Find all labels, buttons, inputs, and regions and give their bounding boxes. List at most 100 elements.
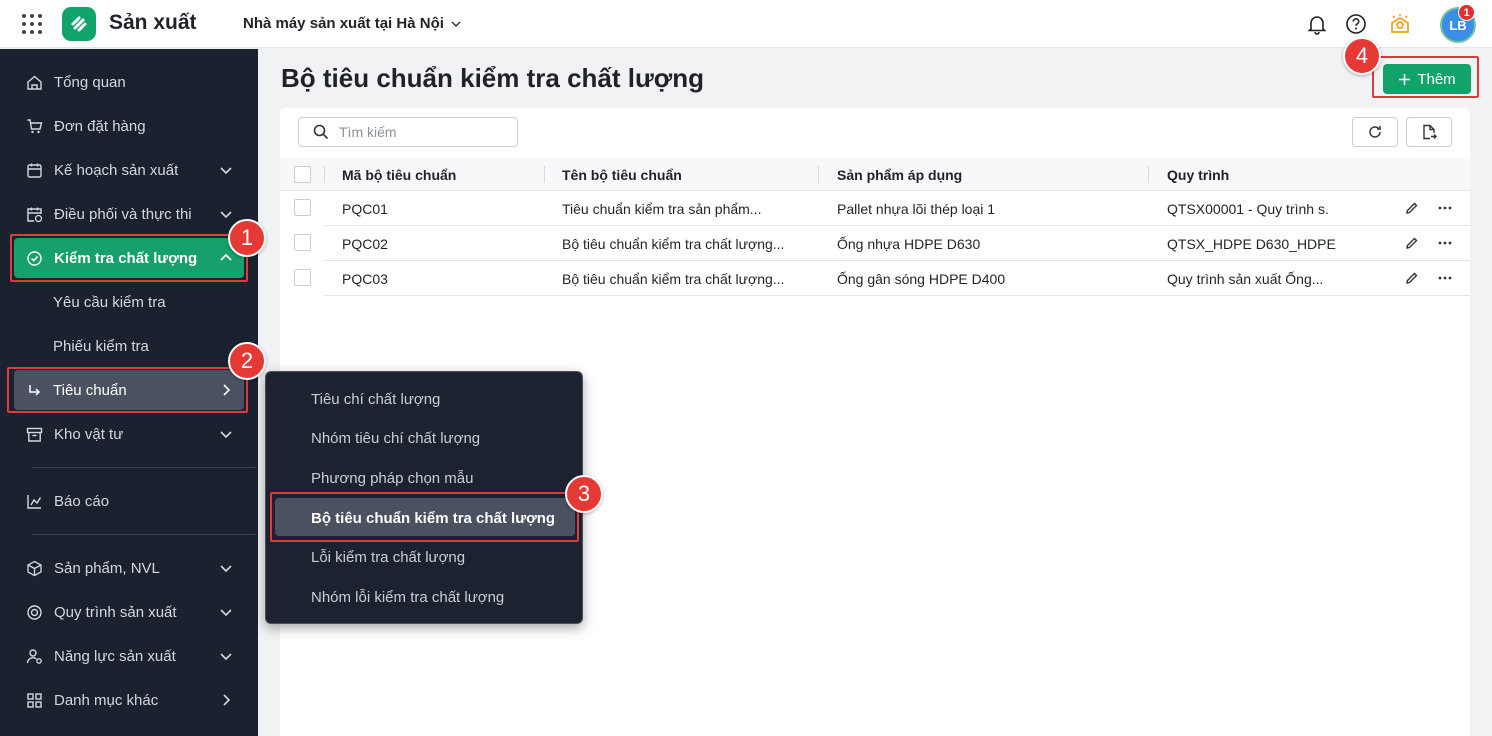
sidebar-item-label: Điều phối và thực thi <box>54 205 192 223</box>
cart-icon <box>27 119 43 134</box>
apps-icon <box>27 693 42 708</box>
cell-process: QTSX_HDPE D630_HDPE <box>1167 236 1336 252</box>
edit-icon[interactable] <box>1404 235 1420 251</box>
refresh-button[interactable] <box>1352 117 1398 147</box>
home-icon <box>27 75 42 90</box>
column-header-name[interactable]: Tên bộ tiêu chuẩn <box>562 167 682 183</box>
step-badge: 3 <box>565 475 603 513</box>
bell-icon[interactable] <box>1304 11 1330 37</box>
help-icon[interactable] <box>1343 11 1369 37</box>
app-grid-icon[interactable] <box>21 13 43 35</box>
cell-product: Ống gân sóng HDPE D400 <box>837 271 1006 287</box>
chevron-down-icon <box>451 20 461 27</box>
highlight-box <box>10 234 248 282</box>
step-badge: 2 <box>228 342 266 380</box>
sidebar-item-label: Danh mục khác <box>54 691 159 709</box>
box-icon <box>27 560 42 577</box>
cell-name: Tiêu chuẩn kiểm tra sản phẩm... <box>562 201 762 217</box>
table-row[interactable]: PQC03 Bộ tiêu chuẩn kiểm tra chất lượng.… <box>324 261 1470 296</box>
row-checkbox[interactable] <box>294 269 311 286</box>
chevron-down-icon <box>220 653 232 661</box>
edit-icon[interactable] <box>1404 200 1420 216</box>
more-icon[interactable] <box>1437 270 1453 286</box>
edit-icon[interactable] <box>1404 270 1420 286</box>
column-separator <box>544 166 545 183</box>
chevron-right-icon <box>223 694 231 706</box>
chevron-down-icon <box>220 431 232 439</box>
highlight-box <box>270 492 579 542</box>
sidebar-item-process[interactable]: Quy trình sản xuất <box>14 592 244 632</box>
sidebar-item-overview[interactable]: Tổng quan <box>14 62 244 102</box>
chart-icon <box>27 495 42 509</box>
sidebar-item-label: Tổng quan <box>54 73 126 91</box>
search-box[interactable] <box>298 117 518 147</box>
sidebar-item-dispatch[interactable]: Điều phối và thực thi <box>14 194 244 234</box>
refresh-icon <box>1369 126 1381 138</box>
flyout-item-quality-defects[interactable]: Lỗi kiểm tra chất lượng <box>311 549 465 566</box>
table-header: Mã bộ tiêu chuẩn Tên bộ tiêu chuẩn Sản p… <box>280 158 1470 191</box>
page-title: Bộ tiêu chuẩn kiểm tra chất lượng <box>281 63 705 93</box>
column-separator <box>324 166 325 183</box>
step-badge: 4 <box>1343 37 1381 75</box>
table-row[interactable]: PQC01 Tiêu chuẩn kiểm tra sản phẩm... Pa… <box>324 191 1470 226</box>
select-all-checkbox[interactable] <box>294 166 311 183</box>
factory-name: Nhà máy sản xuất tại Hà Nội <box>243 15 444 32</box>
chevron-down-icon <box>220 167 232 175</box>
calendar-clock-icon <box>27 207 43 223</box>
process-icon <box>27 605 42 620</box>
sidebar-item-warehouse[interactable]: Kho vật tư <box>14 414 244 454</box>
flyout-item-criteria-group[interactable]: Nhóm tiêu chí chất lượng <box>311 430 480 447</box>
factory-selector[interactable]: Nhà máy sản xuất tại Hà Nội <box>243 15 462 32</box>
cell-code: PQC03 <box>342 271 388 287</box>
flyout-item-sampling-method[interactable]: Phương pháp chọn mẫu <box>311 470 474 487</box>
sidebar-divider <box>32 467 256 468</box>
cell-process: Quy trình sản xuất Ống... <box>1167 271 1324 287</box>
column-separator <box>1148 166 1149 183</box>
top-bar: Sản xuất Nhà máy sản xuất tại Hà Nội LB … <box>0 0 1492 48</box>
highlight-box <box>7 367 248 413</box>
sidebar-item-label: Sản phẩm, NVL <box>54 559 160 577</box>
sidebar-subitem-inspection-request[interactable]: Yêu cầu kiểm tra <box>53 294 166 311</box>
chevron-down-icon <box>220 565 232 573</box>
chevron-down-icon <box>220 609 232 617</box>
search-icon <box>313 124 329 140</box>
app-logo <box>62 7 96 41</box>
sidebar-item-label: Báo cáo <box>54 492 110 510</box>
sidebar-item-label: Năng lực sản xuất <box>54 647 176 665</box>
flyout-item-quality-criteria[interactable]: Tiêu chí chất lượng <box>311 391 440 408</box>
sidebar-item-label: Kế hoạch sản xuất <box>54 161 179 179</box>
more-icon[interactable] <box>1437 200 1453 216</box>
sidebar-item-reports[interactable]: Báo cáo <box>14 481 244 521</box>
cell-process: QTSX00001 - Quy trình s. <box>1167 201 1329 217</box>
sidebar-item-products[interactable]: Sản phẩm, NVL <box>14 548 244 588</box>
chevron-down-icon <box>220 211 232 219</box>
row-checkbox[interactable] <box>294 199 311 216</box>
column-header-code[interactable]: Mã bộ tiêu chuẩn <box>342 167 456 183</box>
export-file-icon <box>1423 124 1437 140</box>
row-checkbox[interactable] <box>294 234 311 251</box>
cell-code: PQC02 <box>342 236 388 252</box>
search-input[interactable] <box>339 124 499 140</box>
export-button[interactable] <box>1406 117 1452 147</box>
calendar-icon <box>27 163 42 178</box>
cell-product: Pallet nhựa lõi thép loại 1 <box>837 201 996 217</box>
announcement-icon[interactable] <box>1387 11 1413 37</box>
flyout-item-defect-group[interactable]: Nhóm lỗi kiểm tra chất lượng <box>311 589 504 606</box>
cell-name: Bộ tiêu chuẩn kiểm tra chất lượng... <box>562 271 785 287</box>
sidebar-item-orders[interactable]: Đơn đặt hàng <box>14 106 244 146</box>
archive-icon <box>26 427 43 442</box>
notification-badge: 1 <box>1458 4 1475 21</box>
sidebar-item-capacity[interactable]: Năng lực sản xuất <box>14 636 244 676</box>
user-gear-icon <box>26 649 42 664</box>
column-header-product[interactable]: Sản phẩm áp dụng <box>837 167 962 183</box>
sidebar-item-production-plan[interactable]: Kế hoạch sản xuất <box>14 150 244 190</box>
column-header-process[interactable]: Quy trình <box>1167 167 1229 183</box>
sidebar-subitem-inspection-sheet[interactable]: Phiếu kiểm tra <box>53 338 149 355</box>
cell-name: Bộ tiêu chuẩn kiểm tra chất lượng... <box>562 236 785 252</box>
sidebar-item-label: Quy trình sản xuất <box>54 603 177 621</box>
cell-product: Ống nhựa HDPE D630 <box>837 236 981 252</box>
table-row[interactable]: PQC02 Bộ tiêu chuẩn kiểm tra chất lượng.… <box>324 226 1470 261</box>
step-badge: 1 <box>228 219 266 257</box>
sidebar-item-other-catalog[interactable]: Danh mục khác <box>14 680 244 720</box>
more-icon[interactable] <box>1437 235 1453 251</box>
